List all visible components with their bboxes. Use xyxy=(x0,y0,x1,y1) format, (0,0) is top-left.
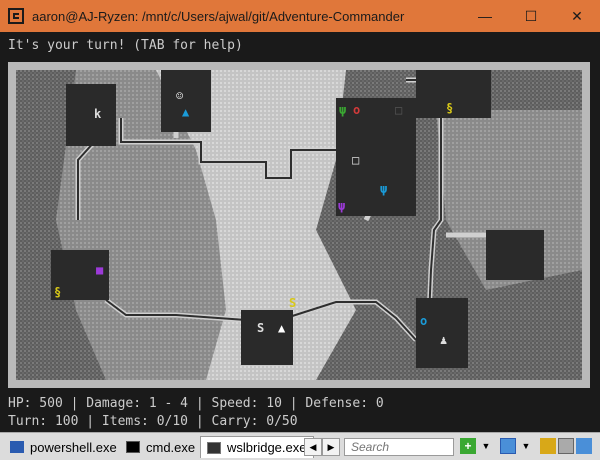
snake-item: S xyxy=(257,321,264,335)
room-5 xyxy=(486,230,544,280)
monster-face: ☺ xyxy=(176,89,183,103)
snake-yellow: S xyxy=(289,296,296,310)
tab-powershell[interactable]: powershell.exe xyxy=(4,436,123,458)
room-3 xyxy=(336,98,416,216)
room-4 xyxy=(416,70,491,118)
room-7 xyxy=(241,310,293,365)
close-button[interactable]: ✕ xyxy=(554,0,600,32)
potion-green: ψ xyxy=(339,103,346,117)
tab-wslbridge[interactable]: wslbridge.exe xyxy=(200,436,314,458)
window-title: aaron@AJ-Ryzen: /mnt/c/Users/ajwal/git/A… xyxy=(32,8,405,24)
console-tabbar: powershell.exe cmd.exe wslbridge.exe ◀ ▶… xyxy=(0,432,600,460)
tab-cmd[interactable]: cmd.exe xyxy=(120,436,201,458)
cup-icon: □ xyxy=(395,103,402,117)
character-white: ♟ xyxy=(440,333,447,347)
help-icon[interactable] xyxy=(576,438,592,454)
tab-label: cmd.exe xyxy=(146,439,196,455)
player-icon: ▲ xyxy=(278,321,286,335)
tab-scroll-left-button[interactable]: ◀ xyxy=(304,438,322,456)
powershell-icon xyxy=(10,441,24,453)
ring-cyan: o xyxy=(420,314,427,328)
tab-scroll-right-button[interactable]: ▶ xyxy=(322,438,340,456)
terminal-app-icon xyxy=(8,8,24,24)
wall-glyph: □ xyxy=(352,153,359,167)
dropdown-icon[interactable]: ▼ xyxy=(478,438,494,454)
new-tab-icon[interactable]: + xyxy=(460,438,476,454)
bag-yellow-2: § xyxy=(54,285,61,299)
room-1 xyxy=(66,84,116,146)
armor-cyan: ▲ xyxy=(182,105,190,119)
room-2 xyxy=(161,70,211,132)
dungeon-map-frame: k ☺ ▲ ψ o □ § ψ ψ ■ § S S ▲ o ♟ □ xyxy=(8,62,590,388)
bag-yellow: § xyxy=(446,101,453,115)
view-icon[interactable] xyxy=(500,438,516,454)
maximize-button[interactable]: ☐ xyxy=(508,0,554,32)
cmd-icon xyxy=(126,441,140,453)
game-message: It's your turn! (TAB for help) xyxy=(8,38,243,53)
stats-line-2: Turn: 100 | Items: 0/10 | Carry: 0/50 xyxy=(8,414,298,429)
ring-red: o xyxy=(353,103,360,117)
potion-cyan: ψ xyxy=(380,182,387,196)
search-field[interactable] xyxy=(344,438,454,456)
dungeon-map: k ☺ ▲ ψ o □ § ψ ψ ■ § S S ▲ o ♟ □ xyxy=(16,70,582,380)
view-dropdown-icon[interactable]: ▼ xyxy=(518,438,534,454)
monster-k: k xyxy=(94,107,102,121)
lock-icon[interactable] xyxy=(540,438,556,454)
settings-icon[interactable] xyxy=(558,438,574,454)
terminal-icon xyxy=(207,441,221,454)
title-bar: aaron@AJ-Ryzen: /mnt/c/Users/ajwal/git/A… xyxy=(0,0,600,32)
tab-label: powershell.exe xyxy=(30,439,117,455)
tab-label: wslbridge.exe xyxy=(227,440,307,455)
potion-purple: ψ xyxy=(338,199,345,213)
minimize-button[interactable]: — xyxy=(462,0,508,32)
search-input[interactable] xyxy=(349,439,433,455)
terminal-area[interactable]: It's your turn! (TAB for help) k ☺ ▲ ψ o… xyxy=(0,32,600,432)
shield-purple: ■ xyxy=(96,263,104,277)
stats-line-1: HP: 500 | Damage: 1 - 4 | Speed: 10 | De… xyxy=(8,396,384,411)
